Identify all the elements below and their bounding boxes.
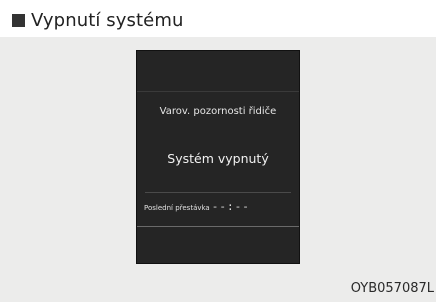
system-status-text: Systém vypnutý [167, 151, 269, 166]
cluster-display: Varov. pozornosti řidiče Systém vypnutý … [136, 50, 300, 264]
driver-attention-warning-label: Varov. pozornosti řidiče [159, 106, 277, 117]
last-break-row: Poslední přestávka --:-- [144, 200, 250, 213]
bottom-divider [137, 226, 299, 227]
section-title-text: Vypnutí systému [31, 9, 184, 31]
figure-code: OYB057087L [350, 281, 434, 296]
top-divider [137, 91, 299, 92]
section-title: Vypnutí systému [12, 8, 184, 32]
last-break-value: --:-- [211, 200, 250, 213]
last-break-label: Poslední přestávka [144, 204, 210, 212]
middle-divider [145, 192, 291, 193]
black-square-icon [12, 13, 25, 27]
